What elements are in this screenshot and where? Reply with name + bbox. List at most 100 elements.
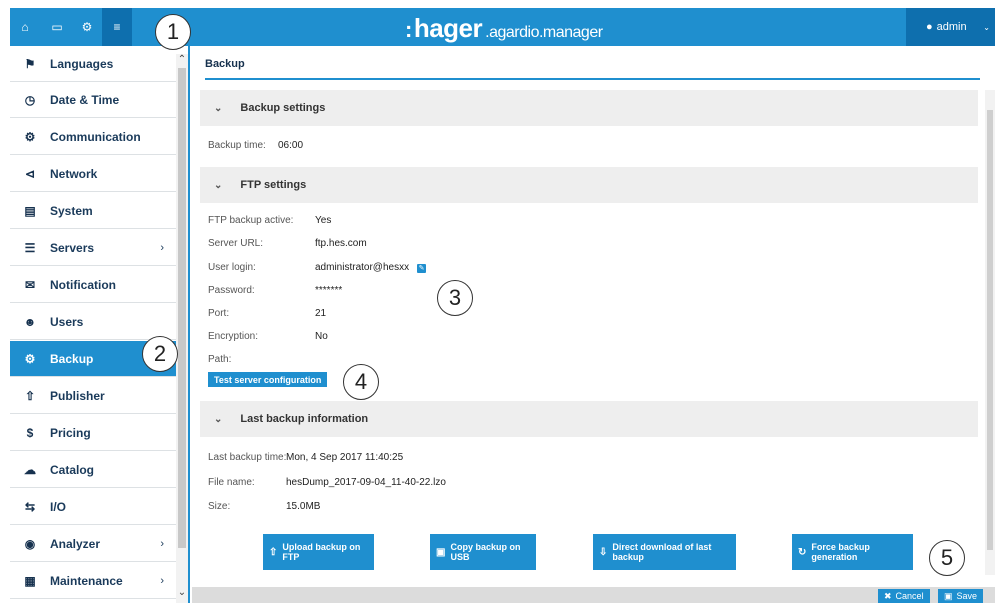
field-value: 21 xyxy=(315,308,327,319)
field-value: hesDump_2017-09-04_11-40-22.lzo xyxy=(286,477,446,488)
sidebar-item-label: Publisher xyxy=(50,388,105,403)
backup-time-value: 06:00 xyxy=(278,140,304,151)
save-button[interactable]: ▣ Save xyxy=(938,589,984,603)
field-label: Port: xyxy=(208,308,230,319)
field-value: Mon, 4 Sep 2017 11:40:25 xyxy=(286,452,404,463)
sidebar-item-users[interactable]: ☻ Users xyxy=(10,304,176,340)
cancel-button[interactable]: ✖ Cancel xyxy=(878,589,930,603)
field-value: ******* xyxy=(315,285,343,296)
field-label: Encryption: xyxy=(208,331,259,342)
ftp-settings-section[interactable]: ⌄ FTP settings xyxy=(200,167,978,203)
user-icon: ● xyxy=(926,21,933,33)
sidebar-item-maintenance[interactable]: ▦ Maintenance › xyxy=(10,563,176,599)
monitor-icon[interactable]: ▭ xyxy=(42,8,72,46)
sidebar-item-servers[interactable]: ☰ Servers › xyxy=(10,230,176,266)
sidebar-item-system[interactable]: ▤ System xyxy=(10,193,176,229)
chevron-down-icon: ⌄ xyxy=(214,102,223,114)
button-label: Save xyxy=(956,591,978,601)
floppy-icon: ▣ xyxy=(944,590,953,601)
refresh-icon: ↻ xyxy=(798,546,807,558)
eye-icon: ◉ xyxy=(24,536,36,551)
download-icon: ⇩ xyxy=(599,546,608,558)
field-value: Yes xyxy=(315,215,332,226)
field-label: Backup time: xyxy=(208,140,266,151)
user-name: admin xyxy=(936,21,967,33)
section-title: Last backup information xyxy=(240,413,369,425)
ftp-row-active: FTP backup active: Yes xyxy=(208,215,331,226)
backup-settings-section[interactable]: ⌄ Backup settings xyxy=(200,90,978,126)
gears-icon: ⚙ xyxy=(24,351,36,366)
ftp-row-path: Path: xyxy=(208,354,231,365)
page-header: Backup xyxy=(205,54,980,80)
sidebar-item-label: Catalog xyxy=(50,462,95,477)
sidebar-item-network[interactable]: ⊲ Network xyxy=(10,156,176,192)
last-backup-section[interactable]: ⌄ Last backup information xyxy=(200,401,978,437)
upload-icon: ⇧ xyxy=(269,546,278,558)
field-value: 15.0MB xyxy=(286,501,321,512)
ftp-row-server-url: Server URL: ftp.hes.com xyxy=(208,238,367,249)
direct-download-button[interactable]: ⇩ Direct download of last backup xyxy=(593,534,736,570)
test-server-button[interactable]: Test server configuration xyxy=(208,372,328,387)
sidebar-item-date-time[interactable]: ◷ Date & Time xyxy=(10,82,176,118)
exchange-icon: ⇆ xyxy=(24,499,36,514)
user-menu[interactable]: ● admin ⌄ xyxy=(906,8,995,46)
copy-usb-button[interactable]: ▣ Copy backup on USB xyxy=(430,534,536,570)
button-label: Copy backup on USB xyxy=(450,542,521,562)
server-icon: ☰ xyxy=(24,240,36,255)
sidebar-scroll-thumb[interactable] xyxy=(178,68,186,548)
callout-1: 1 xyxy=(155,14,191,50)
last-backup-time-row: Last backup time: Mon, 4 Sep 2017 11:40:… xyxy=(208,452,403,463)
callout-5: 5 xyxy=(929,540,965,576)
gears-icon[interactable]: ⚙ xyxy=(72,8,102,46)
sidebar-item-label: System xyxy=(50,203,93,218)
sidebar-item-label: Maintenance xyxy=(50,573,123,588)
sidebar-item-languages[interactable]: ⚑ Languages xyxy=(10,46,176,82)
sidebar-item-label: Analyzer xyxy=(50,536,101,551)
ftp-row-port: Port: 21 xyxy=(208,308,326,319)
sidebar-item-publisher[interactable]: ⇧ Publisher xyxy=(10,378,176,414)
floppy-icon: ▣ xyxy=(436,546,446,558)
chevron-right-icon: › xyxy=(160,537,164,550)
sidebar-item-label: Date & Time xyxy=(50,92,120,107)
file-name-row: File name: hesDump_2017-09-04_11-40-22.l… xyxy=(208,477,446,488)
main-scroll-thumb[interactable] xyxy=(987,110,993,550)
field-value: ftp.hes.com xyxy=(315,238,367,249)
upload-ftp-button[interactable]: ⇧ Upload backup on FTP xyxy=(263,534,374,570)
share-icon: ⊲ xyxy=(24,166,36,181)
field-value: No xyxy=(315,331,328,342)
scroll-up-icon[interactable]: ⌃ xyxy=(176,54,188,68)
sidebar-item-notification[interactable]: ✉ Notification xyxy=(10,267,176,303)
field-label: Path: xyxy=(208,354,232,365)
size-row: Size: 15.0MB xyxy=(208,501,320,512)
callout-3: 3 xyxy=(437,280,473,316)
sliders-icon[interactable]: ≡ xyxy=(102,8,132,46)
scroll-down-icon[interactable]: ⌄ xyxy=(176,587,188,601)
upload-icon: ⇧ xyxy=(24,388,36,403)
sidebar-item-pricing[interactable]: $ Pricing xyxy=(10,415,176,451)
button-label: Cancel xyxy=(895,591,924,601)
edit-icon[interactable]: ✎ xyxy=(417,264,427,273)
sidebar-item-analyzer[interactable]: ◉ Analyzer › xyxy=(10,526,176,562)
ftp-row-user-login: User login: administrator@hesxx ✎ xyxy=(208,262,427,273)
sidebar-item-label: Pricing xyxy=(50,425,91,440)
home-icon[interactable]: ⌂ xyxy=(10,8,40,46)
sidebar-item-label: Users xyxy=(50,314,84,329)
force-backup-button[interactable]: ↻ Force backup generation xyxy=(792,534,913,570)
cloud-icon: ☁ xyxy=(24,462,36,477)
field-label: Password: xyxy=(208,285,255,296)
sidebar-item-label: Backup xyxy=(50,351,94,366)
users-icon: ☻ xyxy=(23,314,37,329)
section-title: FTP settings xyxy=(240,179,307,191)
sidebar-item-label: Servers xyxy=(50,240,95,255)
chevron-down-icon: ⌄ xyxy=(214,413,223,425)
sidebar-item-label: Communication xyxy=(50,129,141,144)
field-label: FTP backup active: xyxy=(208,215,294,226)
main-scrollbar[interactable] xyxy=(985,90,995,575)
sidebar-item-communication[interactable]: ⚙ Communication xyxy=(10,119,176,155)
sidebar-item-catalog[interactable]: ☁ Catalog xyxy=(10,452,176,488)
dollar-icon: $ xyxy=(26,425,34,440)
field-value: administrator@hesxx xyxy=(315,262,410,273)
chevron-right-icon: › xyxy=(160,241,164,254)
sidebar-item-io[interactable]: ⇆ I/O xyxy=(10,489,176,525)
flag-icon: ⚑ xyxy=(24,56,36,71)
